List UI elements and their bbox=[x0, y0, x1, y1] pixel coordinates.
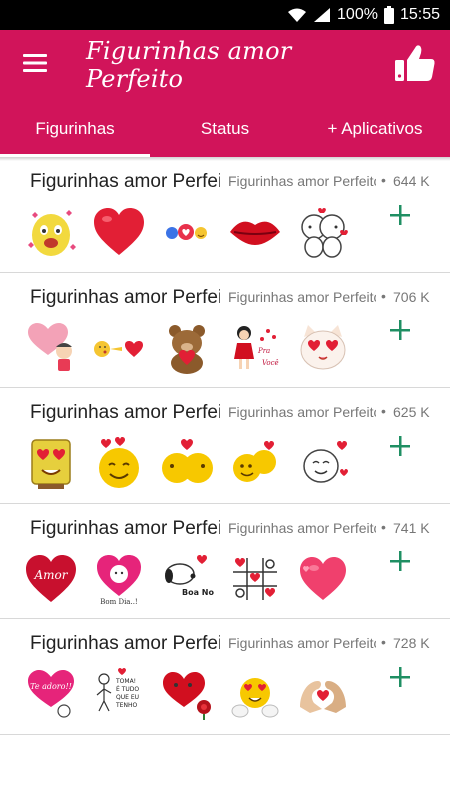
add-pack-button[interactable] bbox=[384, 548, 416, 580]
thumbs-up-icon bbox=[394, 43, 436, 88]
pack-publisher: Figurinhas amor Perfeito bbox=[228, 404, 376, 420]
plus-icon bbox=[389, 666, 411, 693]
pack-name: Figurinhas amor Perfeito bbox=[30, 171, 220, 192]
plus-icon bbox=[389, 550, 411, 577]
sticker-text-e-tudo: É TUDO bbox=[116, 685, 139, 693]
sticker-pack-row[interactable]: Figurinhas amor Perfeito Figurinhas amor… bbox=[0, 619, 450, 735]
plus-icon bbox=[389, 204, 411, 231]
sticker-pack-row[interactable]: Figurinhas amor Perfeito Figurinhas amor… bbox=[0, 504, 450, 619]
add-pack-button[interactable] bbox=[384, 201, 416, 233]
separator-dot: • bbox=[381, 172, 386, 188]
separator-dot: • bbox=[381, 403, 386, 419]
plus-icon bbox=[389, 435, 411, 462]
sticker-text-toma: TOMA! bbox=[115, 678, 136, 685]
girl-pra-voce-sticker: Pra Você bbox=[228, 321, 282, 375]
app-title: Figurinhas amor Perfeito bbox=[86, 37, 292, 93]
pack-name: Figurinhas amor Perfeito bbox=[30, 517, 220, 539]
separator-dot: • bbox=[381, 518, 386, 535]
sticker-text-tenho: TENHO bbox=[115, 702, 137, 709]
add-pack-button[interactable] bbox=[384, 663, 416, 695]
pack-size: 644 K bbox=[393, 173, 430, 189]
sticker-pack-list: Figurinhas amor Perfeito Figurinhas amor… bbox=[0, 157, 450, 735]
pack-publisher: Figurinhas amor Perfeito bbox=[228, 519, 376, 536]
tab-status[interactable]: Status bbox=[150, 100, 300, 157]
sticker-text-voce: Você bbox=[262, 359, 279, 367]
clock: 15:55 bbox=[399, 6, 440, 23]
tab-aplicativos[interactable]: + Aplicativos bbox=[300, 100, 450, 157]
sticker-previews bbox=[24, 205, 350, 259]
teddy-bear-hearts-sticker bbox=[160, 321, 214, 375]
sticker-previews: Amor Bom Dia..! Boa Noite! bbox=[24, 552, 350, 606]
battery-icon bbox=[383, 6, 394, 24]
sticker-text-te-adoro: Te adoro!! bbox=[30, 682, 72, 691]
amor-heart-sticker: Amor bbox=[24, 552, 78, 606]
pack-size: 728 K bbox=[393, 635, 430, 651]
pack-name: Figurinhas amor Perfeito bbox=[30, 402, 220, 423]
bears-kiss-sticker bbox=[296, 205, 350, 259]
cat-heart-eyes-sticker bbox=[296, 321, 350, 375]
pink-hearts-sticker bbox=[296, 552, 350, 606]
girl-holding-heart-sticker bbox=[24, 321, 78, 375]
pack-publisher: Figurinhas amor Perfeito bbox=[228, 288, 376, 305]
kiss-emoji-heart-sticker bbox=[92, 321, 146, 375]
separator-dot: • bbox=[381, 287, 386, 304]
pack-size: 625 K bbox=[393, 404, 430, 420]
sticker-previews: Te adoro!! TOMA! É TUDO QUE EU TENHO bbox=[24, 667, 350, 721]
smiley-hearts-sticker bbox=[92, 436, 146, 490]
sticker-pack-row[interactable]: Figurinhas amor Perfeito Figurinhas amor… bbox=[0, 157, 450, 273]
status-bar: 100% 15:55 bbox=[0, 0, 450, 30]
sticker-pack-row[interactable]: Figurinhas amor Perfeito Figurinhas amor… bbox=[0, 388, 450, 504]
menu-button[interactable] bbox=[0, 30, 70, 100]
sticker-previews bbox=[24, 436, 350, 490]
cartoon-love-sticker bbox=[24, 205, 78, 259]
te-adoro-sticker: Te adoro!! bbox=[24, 667, 78, 721]
add-pack-button[interactable] bbox=[384, 432, 416, 464]
smileys-hug-sticker bbox=[228, 436, 282, 490]
red-lips-kiss-sticker bbox=[228, 205, 282, 259]
reactions-sticker bbox=[160, 205, 214, 259]
wifi-icon bbox=[287, 7, 307, 23]
tab-figurinhas[interactable]: Figurinhas bbox=[0, 100, 150, 157]
like-button[interactable] bbox=[380, 30, 450, 100]
app-bar: Figurinhas amor Perfeito bbox=[0, 30, 450, 100]
signal-icon bbox=[313, 7, 331, 23]
tab-bar: Figurinhas Status + Aplicativos bbox=[0, 100, 450, 157]
toma-e-tudo-que-eu-tenho-sticker: TOMA! É TUDO QUE EU TENHO bbox=[92, 667, 146, 721]
hamburger-menu-icon bbox=[23, 53, 47, 78]
red-heart-sticker bbox=[92, 205, 146, 259]
snoopy-boa-noite-sticker: Boa Noite! bbox=[160, 552, 214, 606]
sponge-hearts-sticker bbox=[24, 436, 78, 490]
heart-roses-sticker bbox=[160, 667, 214, 721]
pack-publisher: Figurinhas amor Perfeito bbox=[228, 635, 376, 651]
sticker-text-que-eu: QUE EU bbox=[116, 694, 139, 701]
plus-icon bbox=[389, 319, 411, 346]
hands-heart-sticker bbox=[296, 667, 350, 721]
sticker-text-amor: Amor bbox=[33, 568, 68, 582]
pack-size: 706 K bbox=[393, 288, 430, 305]
pack-publisher: Figurinhas amor Perfeito bbox=[228, 173, 376, 189]
sticker-pack-row[interactable]: Figurinhas amor Perfeito Figurinhas amor… bbox=[0, 273, 450, 388]
sticker-previews: Pra Você bbox=[24, 321, 350, 375]
sticker-text-pra: Pra bbox=[257, 347, 270, 355]
doodle-face-hearts-sticker bbox=[296, 436, 350, 490]
battery-percent: 100% bbox=[337, 6, 378, 23]
sticker-text-boa-noite: Boa Noite! bbox=[182, 588, 214, 597]
separator-dot: • bbox=[381, 634, 386, 650]
pack-name: Figurinhas amor Perfeito bbox=[30, 286, 220, 308]
pack-size: 741 K bbox=[393, 519, 430, 536]
tic-tac-toe-hearts-sticker bbox=[228, 552, 282, 606]
sticker-text-bom-dia: Bom Dia..! bbox=[100, 598, 138, 606]
smileys-kissing-sticker bbox=[160, 436, 214, 490]
bom-dia-cat-heart-sticker: Bom Dia..! bbox=[92, 552, 146, 606]
add-pack-button[interactable] bbox=[384, 317, 416, 349]
emoji-hearts-sticker bbox=[228, 667, 282, 721]
pack-name: Figurinhas amor Perfeito bbox=[30, 633, 220, 654]
